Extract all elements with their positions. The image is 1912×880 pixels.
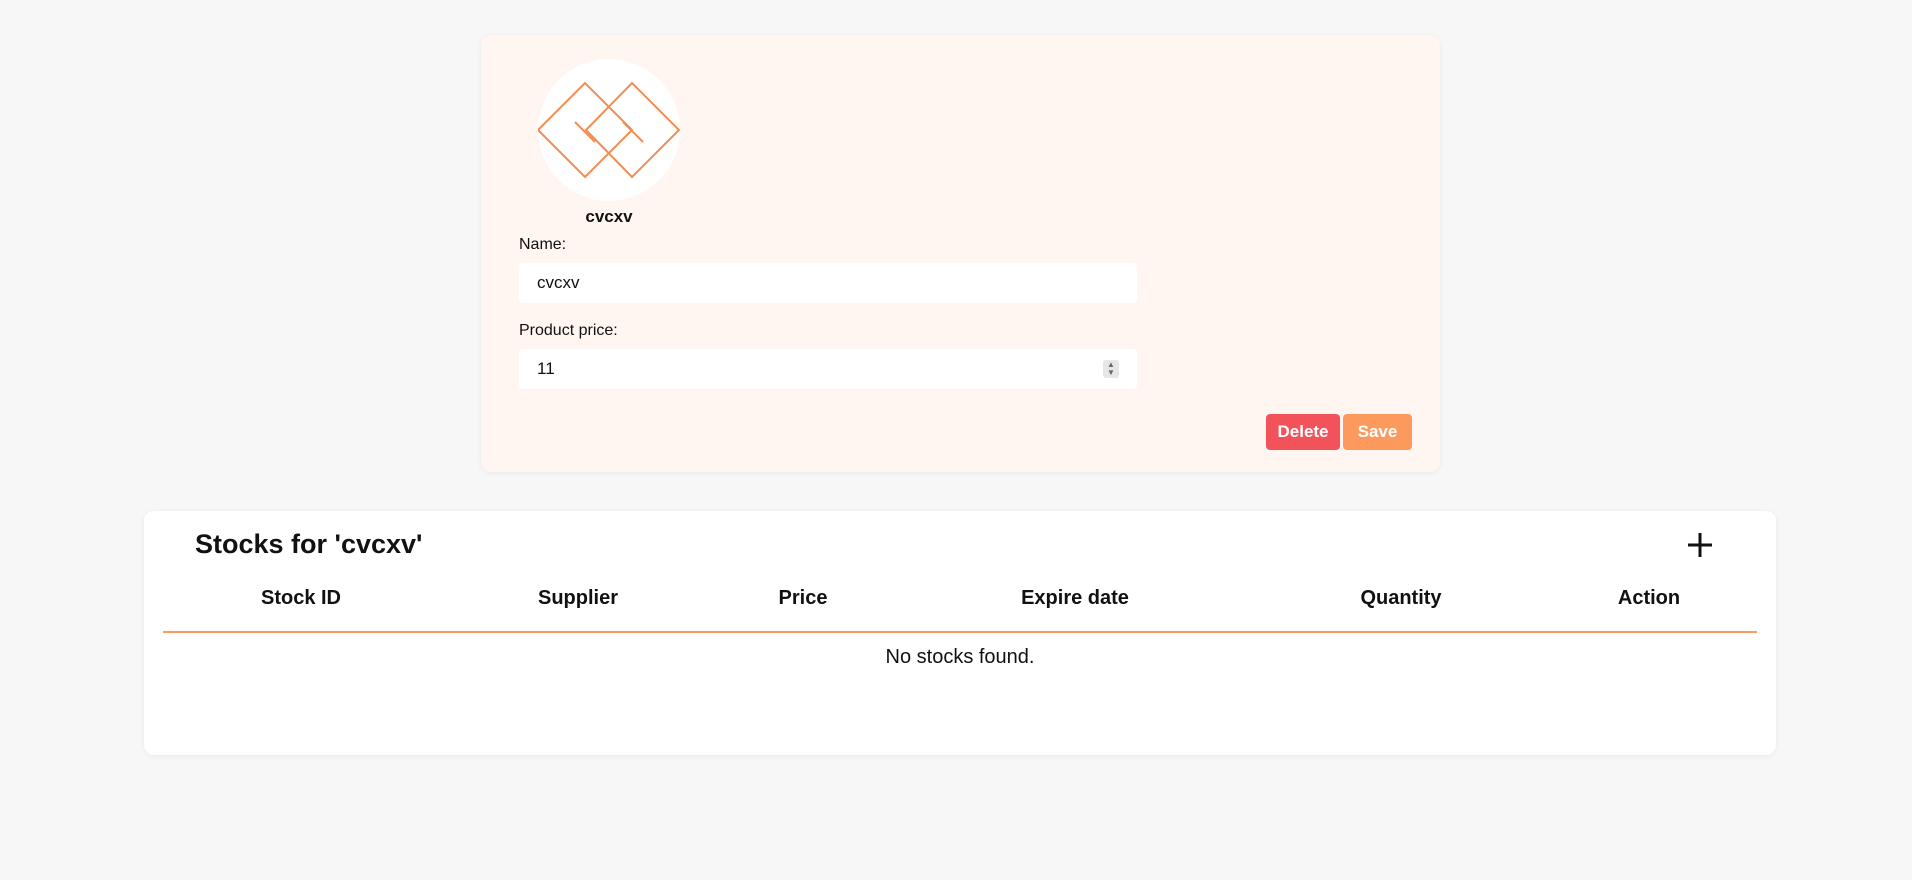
price-stepper[interactable]: ▲ ▼: [1103, 360, 1119, 378]
add-stock-button[interactable]: [1684, 529, 1716, 561]
name-label: Name:: [519, 236, 567, 253]
empty-state-message: No stocks found.: [885, 646, 1035, 668]
stocks-title: Stocks for 'cvcxv': [195, 529, 423, 559]
save-button[interactable]: Save: [1343, 414, 1412, 450]
name-input-value: cvcxv: [537, 273, 580, 292]
table-header-divider: [163, 631, 1757, 633]
geometric-logo-icon: [538, 81, 680, 179]
stepper-down-icon[interactable]: ▼: [1107, 369, 1115, 377]
column-header-expire-date: Expire date: [1021, 587, 1129, 609]
column-header-price: Price: [778, 587, 828, 609]
plus-icon: [1688, 533, 1712, 557]
price-input-value: 11: [537, 359, 555, 378]
column-header-action: Action: [1617, 587, 1681, 609]
delete-button[interactable]: Delete: [1266, 414, 1340, 450]
product-avatar: [538, 59, 680, 201]
name-input[interactable]: cvcxv: [519, 263, 1137, 303]
price-label: Product price:: [519, 322, 618, 339]
column-header-stock-id: Stock ID: [260, 587, 342, 609]
stocks-card: Stocks for 'cvcxv' Stock ID Supplier Pri…: [144, 511, 1776, 755]
column-header-supplier: Supplier: [537, 587, 619, 609]
product-name-heading: cvcxv: [585, 207, 633, 226]
product-card: cvcxv Name: cvcxv Product price: 11 ▲ ▼ …: [481, 35, 1440, 472]
price-input[interactable]: 11 ▲ ▼: [519, 349, 1137, 389]
column-header-quantity: Quantity: [1360, 587, 1442, 609]
